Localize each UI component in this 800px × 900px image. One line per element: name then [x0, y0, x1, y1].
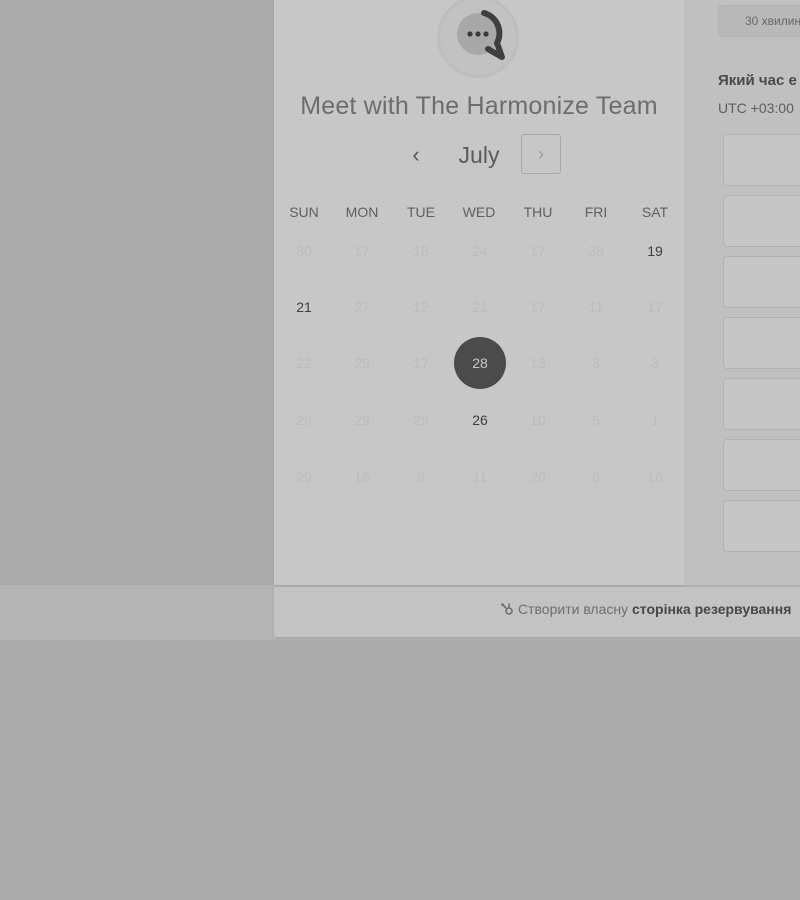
calendar-day-disabled: 3: [592, 355, 600, 371]
calendar-day-disabled: 16: [354, 469, 370, 485]
calendar-day-disabled: 22: [296, 355, 312, 371]
sprocket-icon: [501, 603, 513, 615]
time-slot-button[interactable]: [723, 256, 800, 308]
weekday-label: SUN: [289, 204, 319, 220]
time-slot-button[interactable]: [723, 317, 800, 369]
calendar-day-disabled: 17: [647, 299, 663, 315]
time-slot-button[interactable]: [723, 439, 800, 491]
calendar-day-disabled: 5: [592, 412, 600, 428]
calendar-day-disabled: 10: [530, 412, 546, 428]
create-booking-page-link[interactable]: Створити власну сторінка резервування: [500, 601, 791, 617]
calendar-day-disabled: 17: [530, 243, 546, 259]
time-slot-button[interactable]: [723, 134, 800, 186]
calendar-day-disabled: 20: [530, 469, 546, 485]
time-slot-button[interactable]: [723, 378, 800, 430]
chat-bubble-icon: [437, 0, 519, 78]
calendar-day-disabled: 30: [296, 243, 312, 259]
footer-link-prefix: Створити власну: [518, 601, 629, 617]
time-selection-panel: 30 хвилин Який час е UTC +03:00: [684, 0, 800, 585]
calendar-day-selected[interactable]: 28: [454, 337, 506, 389]
calendar-day-disabled: 28: [588, 243, 604, 259]
footer-divider: [0, 590, 274, 591]
calendar-day-disabled: 18: [413, 243, 429, 259]
calendar-day-disabled: 27: [354, 299, 370, 315]
weekday-label: TUE: [407, 204, 435, 220]
footer-link-bold: сторінка резервування: [632, 601, 792, 617]
weekday-label: WED: [462, 204, 496, 220]
time-slot-button[interactable]: [723, 195, 800, 247]
calendar-day-disabled: 21: [472, 299, 488, 315]
calendar-day-available[interactable]: 19: [629, 225, 681, 277]
calendar-day-disabled: 17: [413, 355, 429, 371]
calendar-day-disabled: 8: [417, 469, 425, 485]
calendar-day-disabled: 11: [472, 469, 488, 485]
booking-page: Створити власну сторінка резервування Me…: [0, 0, 800, 900]
calendar-day-disabled: 6: [592, 469, 600, 485]
calendar-day-disabled: 29: [354, 355, 370, 371]
weekday-label: THU: [523, 204, 553, 220]
calendar-day-disabled: 29: [296, 469, 312, 485]
calendar-day-disabled: 16: [647, 469, 663, 485]
weekday-label: MON: [345, 204, 379, 220]
calendar-day-disabled: 29: [413, 412, 429, 428]
calendar-day-disabled: 3: [651, 355, 659, 371]
meeting-title: Meet with The Harmonize Team: [300, 92, 658, 120]
timezone-label[interactable]: UTC +03:00: [718, 100, 794, 116]
weekday-header: SUN MON TUE WED THU FRI SAT: [274, 204, 684, 224]
month-label: July: [458, 142, 500, 168]
weekday-label: SAT: [641, 204, 669, 220]
time-slot-button[interactable]: [723, 500, 800, 552]
calendar-day-disabled: 24: [472, 243, 488, 259]
calendar-panel: Meet with The Harmonize Team ‹ July › SU…: [274, 0, 684, 585]
weekday-label: FRI: [584, 204, 608, 220]
calendar-day-available[interactable]: 26: [454, 394, 506, 446]
duration-tab[interactable]: 30 хвилин: [718, 5, 800, 37]
calendar-day-disabled: 1: [651, 412, 659, 428]
calendar-day-disabled: 17: [530, 299, 546, 315]
calendar-day-disabled: 17: [354, 243, 370, 259]
next-month-button[interactable]: ›: [521, 134, 561, 174]
calendar-day-disabled: 29: [296, 412, 312, 428]
time-question-heading: Який час е: [718, 72, 797, 89]
prev-month-button[interactable]: ‹: [401, 140, 431, 170]
calendar-day-disabled: 11: [588, 299, 604, 315]
calendar-day-disabled: 29: [354, 412, 370, 428]
calendar-day-disabled: 12: [413, 299, 429, 315]
calendar-day-available[interactable]: 21: [278, 281, 330, 333]
calendar-day-disabled: 13: [530, 355, 546, 371]
